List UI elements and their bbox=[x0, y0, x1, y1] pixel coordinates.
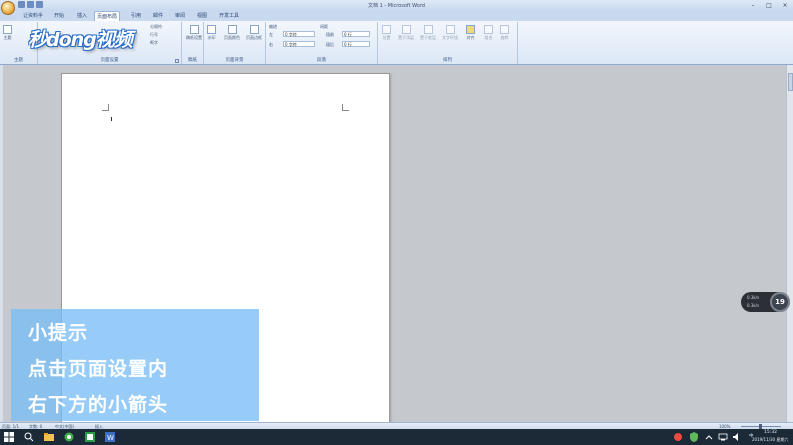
tab-view[interactable]: 视图 bbox=[193, 11, 211, 21]
align-button[interactable]: 对齐 bbox=[466, 25, 475, 41]
tray-shield-icon[interactable] bbox=[689, 432, 699, 442]
group-label-page-setup: 页面设置 bbox=[100, 58, 119, 63]
tray-volume-icon[interactable] bbox=[732, 432, 742, 442]
tab-page-layout[interactable]: 页面布局 bbox=[94, 11, 120, 21]
indent-left-field[interactable]: 0 字符 bbox=[283, 31, 315, 37]
send-back-button[interactable]: 置于底层 bbox=[420, 25, 436, 41]
spacing-after-field[interactable]: 0 行 bbox=[342, 41, 370, 47]
word-app-icon[interactable]: W bbox=[105, 432, 115, 442]
rotate-button[interactable]: 旋转 bbox=[500, 25, 509, 41]
text-cursor bbox=[111, 117, 112, 121]
indent-right-field[interactable]: 0 字符 bbox=[283, 41, 315, 47]
margin-corner-top-right bbox=[342, 104, 349, 111]
usage-percent: 19 bbox=[770, 292, 790, 312]
spacing-before-label: 段前 bbox=[326, 32, 334, 37]
spacing-after-label: 段后 bbox=[326, 42, 334, 47]
separator-button[interactable]: 分隔符 bbox=[150, 24, 162, 30]
tab-home[interactable]: 开始 bbox=[50, 11, 68, 21]
close-button[interactable]: × bbox=[779, 2, 791, 9]
align-icon bbox=[466, 25, 475, 34]
page-color-button[interactable]: 页面颜色 bbox=[224, 25, 240, 41]
page-border-button[interactable]: 页面边框 bbox=[246, 25, 262, 41]
vertical-ruler bbox=[0, 65, 3, 422]
bring-front-button[interactable]: 置于顶层 bbox=[398, 25, 414, 41]
theme-button[interactable]: 主题 bbox=[3, 25, 12, 41]
draft-icon bbox=[189, 25, 199, 34]
spacing-label: 间距 bbox=[320, 24, 328, 29]
tab-references[interactable]: 引用 bbox=[127, 11, 145, 21]
indent-label: 缩进 bbox=[269, 24, 277, 29]
scrollbar-thumb[interactable] bbox=[788, 73, 793, 91]
tray-time[interactable]: 15:32 bbox=[764, 430, 777, 435]
upload-speed: 0.3k/s bbox=[747, 295, 760, 300]
watermark-logo: 秒dong视频 bbox=[28, 24, 133, 52]
page-border-icon bbox=[249, 25, 259, 34]
tip-overlay: 小提示 点击页面设置内 右下方的小箭头 bbox=[11, 309, 259, 421]
download-speed: 0.3k/s bbox=[747, 303, 760, 308]
bring-front-icon bbox=[401, 25, 411, 34]
group-paragraph: 缩进 左 0 字符 右 0 字符 间距 段前 0 行 段后 0 行 段落 bbox=[266, 22, 378, 64]
indent-right-label: 右 bbox=[269, 42, 273, 47]
taskbar: W 中 15:32 2019/11/30 星期六 bbox=[0, 429, 793, 445]
margin-corner-top-left bbox=[102, 104, 109, 111]
file-explorer-icon[interactable] bbox=[44, 432, 54, 442]
group-label-arrange: 排列 bbox=[443, 58, 452, 63]
group-button[interactable]: 组合 bbox=[484, 25, 493, 41]
rotate-icon bbox=[500, 25, 509, 34]
zoom-slider[interactable] bbox=[741, 424, 781, 429]
tab-review[interactable]: 审阅 bbox=[171, 11, 189, 21]
network-speed-widget: 0.3k/s 0.3k/s 19 bbox=[741, 292, 790, 312]
draft-setup-button[interactable]: 稿纸设置 bbox=[186, 25, 202, 41]
position-button[interactable]: 位置 bbox=[382, 25, 391, 41]
tab-addins[interactable]: 让资料手 bbox=[19, 11, 47, 21]
window-title: 文档 1 - Microsoft Word bbox=[368, 3, 425, 9]
title-bar: 文档 1 - Microsoft Word – □ × bbox=[0, 0, 793, 15]
browser-icon[interactable] bbox=[64, 432, 74, 442]
group-draft: 稿纸设置 稿纸 bbox=[182, 22, 204, 64]
page-color-icon bbox=[227, 25, 237, 34]
tab-mailings[interactable]: 邮件 bbox=[149, 11, 167, 21]
group-label-themes: 主题 bbox=[14, 58, 23, 63]
svg-text:W: W bbox=[107, 434, 114, 442]
watermark-icon bbox=[207, 25, 216, 34]
tip-line-2: 右下方的小箭头 bbox=[28, 394, 169, 416]
maximize-button[interactable]: □ bbox=[763, 2, 775, 9]
group-label-paragraph: 段落 bbox=[317, 58, 326, 63]
line-numbers-button[interactable]: 行号 bbox=[150, 32, 158, 38]
tray-network-icon[interactable] bbox=[718, 432, 728, 442]
group-label-draft: 稿纸 bbox=[188, 58, 197, 63]
indent-left-label: 左 bbox=[269, 32, 273, 37]
position-icon bbox=[382, 25, 391, 34]
send-back-icon bbox=[423, 25, 433, 34]
page-setup-dialog-launcher-icon[interactable] bbox=[175, 59, 179, 63]
group-label-page-background: 页面背景 bbox=[225, 58, 244, 63]
office-button[interactable] bbox=[1, 1, 15, 15]
ribbon-tabs: 让资料手 开始 插入 页面布局 引用 邮件 审阅 视图 开发工具 bbox=[0, 10, 793, 21]
search-icon[interactable] bbox=[24, 432, 34, 442]
group-arrange: 位置 置于顶层 置于底层 文字环绕 对齐 组合 旋转 排列 bbox=[378, 22, 518, 64]
vertical-scrollbar[interactable] bbox=[786, 65, 793, 422]
tip-line-1: 点击页面设置内 bbox=[28, 358, 169, 380]
tray-chevron-up-icon[interactable] bbox=[704, 432, 714, 442]
tip-title: 小提示 bbox=[28, 322, 89, 344]
tray-date[interactable]: 2019/11/30 星期六 bbox=[752, 437, 788, 443]
spacing-before-field[interactable]: 0 行 bbox=[342, 31, 370, 37]
hyphenation-button[interactable]: 断字 bbox=[150, 40, 158, 46]
text-wrap-button[interactable]: 文字环绕 bbox=[442, 25, 458, 41]
minimize-button[interactable]: – bbox=[747, 2, 759, 9]
windows-start-icon[interactable] bbox=[4, 432, 14, 442]
tab-insert[interactable]: 插入 bbox=[73, 11, 91, 21]
theme-icon bbox=[3, 25, 12, 34]
app-green-icon[interactable] bbox=[85, 432, 95, 442]
group-page-background: 水印 页面颜色 页面边框 页面背景 bbox=[204, 22, 266, 64]
text-wrap-icon bbox=[445, 25, 455, 34]
status-bar: 页面: 1/1 字数: 0 中文(中国) 插入 100% bbox=[0, 422, 793, 429]
watermark-button[interactable]: 水印 bbox=[207, 25, 216, 41]
tab-developer[interactable]: 开发工具 bbox=[216, 11, 242, 21]
tray-antivirus-icon[interactable] bbox=[673, 432, 683, 442]
group-icon bbox=[484, 25, 493, 34]
logo-text: 秒dong视频 bbox=[28, 28, 133, 51]
